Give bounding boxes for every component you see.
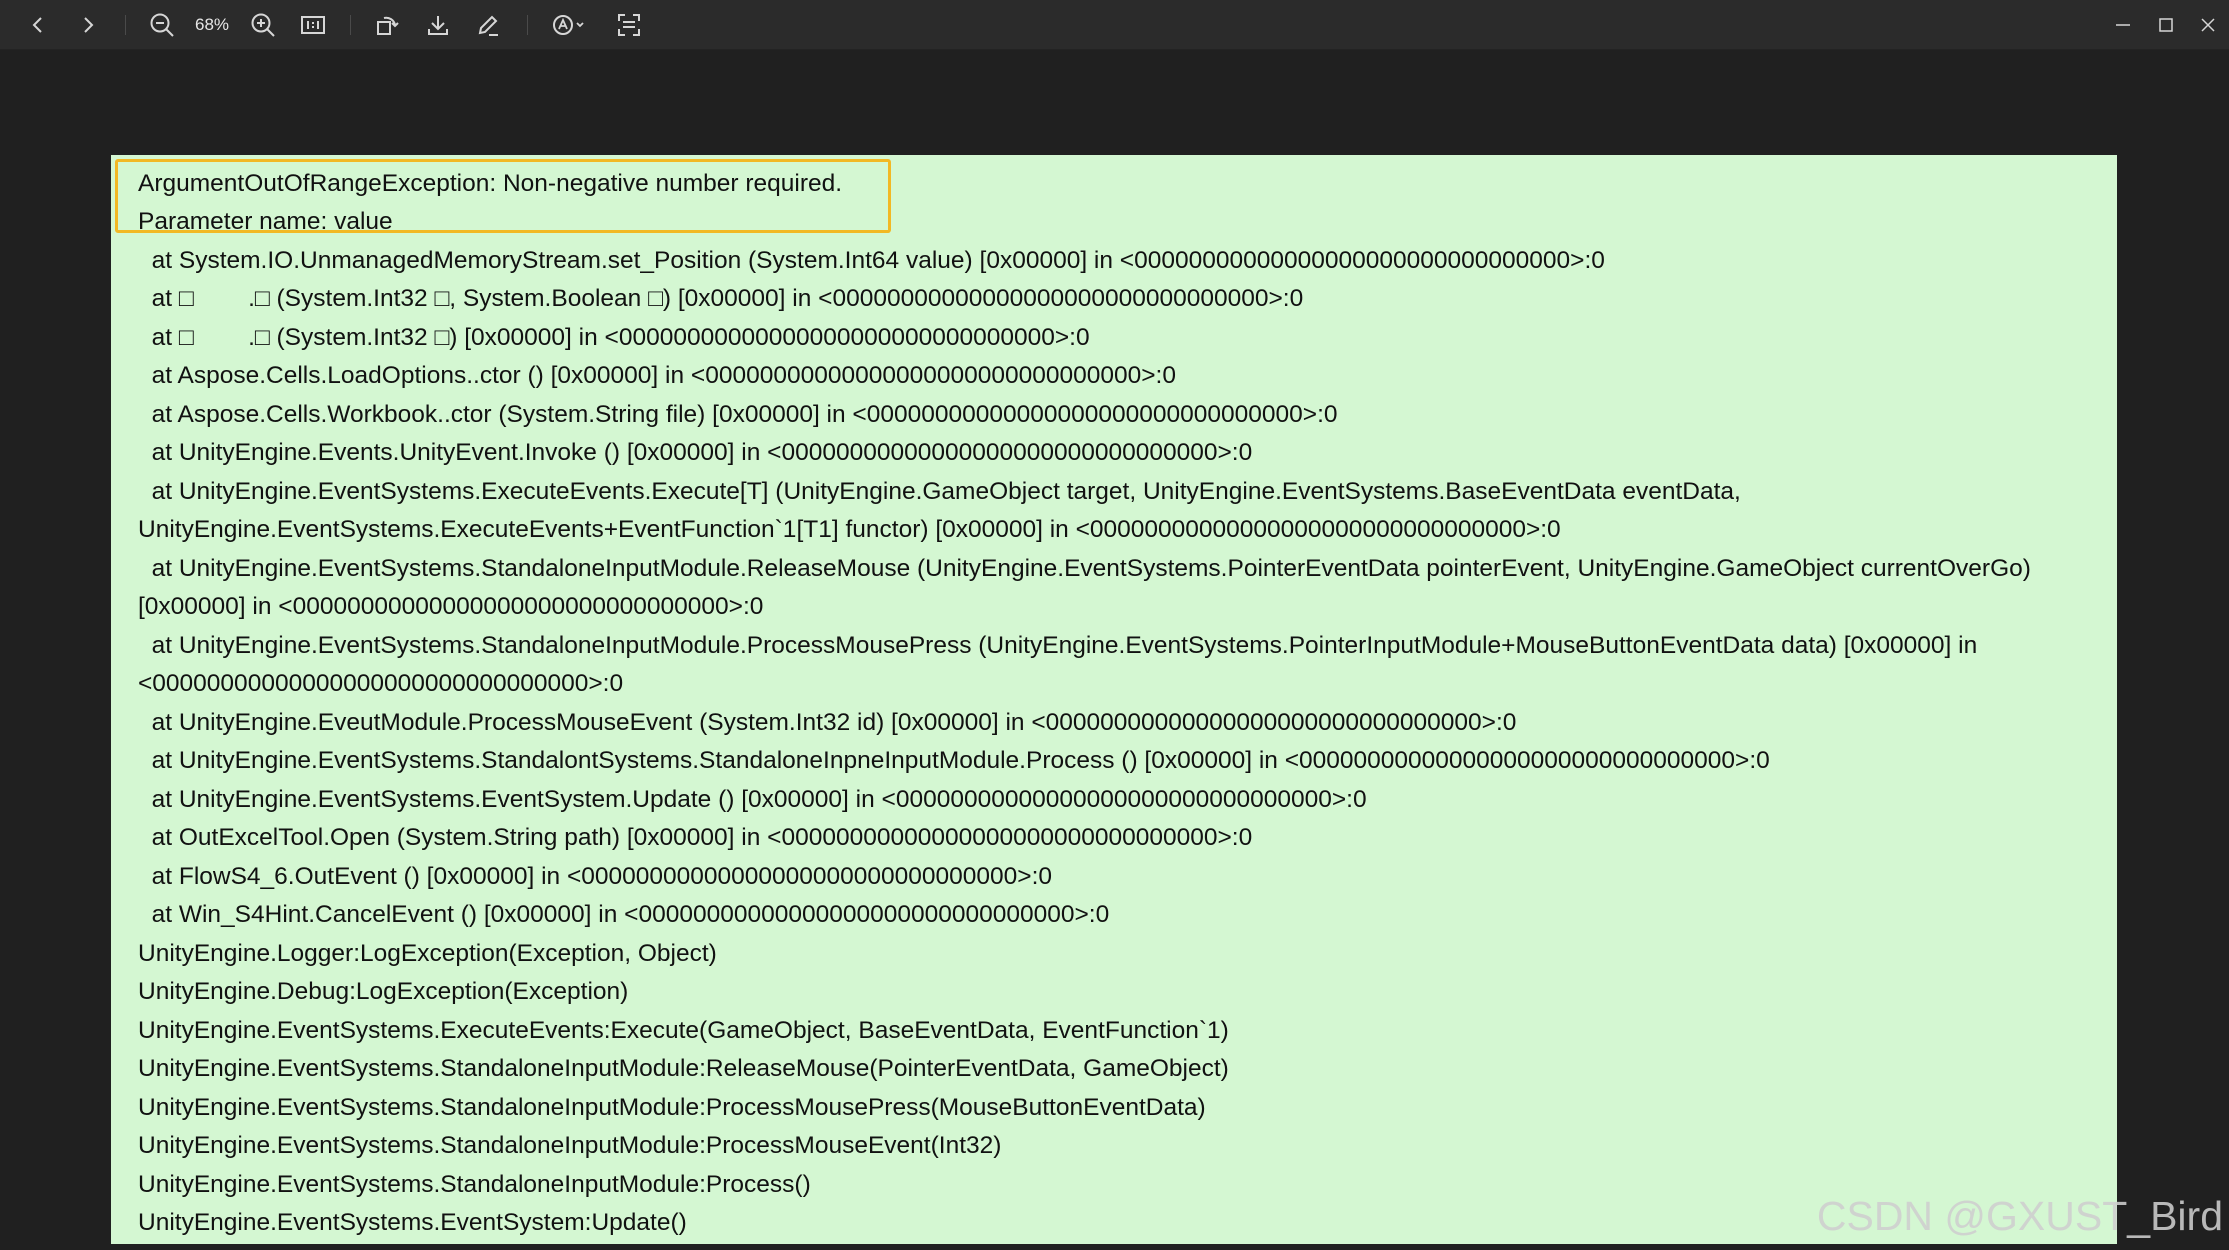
stack-trace-line: at FlowS4_6.OutEvent () [0x00000] in <00… bbox=[138, 863, 1053, 890]
stack-trace-line: at UnityEngine.EventSystems.EventSystem.… bbox=[138, 786, 1367, 813]
stack-trace-line: at UnityEngine.EventSystems.StandaloneIn… bbox=[138, 555, 2031, 582]
minimize-icon bbox=[2116, 24, 2130, 26]
watermark: CSDN @GXUST_Bird bbox=[1816, 1193, 2223, 1239]
stack-trace-line: UnityEngine.EventSystems.ExecuteEvents:E… bbox=[138, 1017, 1229, 1044]
scan-text-button[interactable] bbox=[612, 0, 646, 50]
screenshot-document: ArgumentOutOfRangeException: Non-negativ… bbox=[111, 155, 2117, 1244]
actual-size-button[interactable] bbox=[296, 0, 330, 50]
scan-text-icon bbox=[618, 14, 640, 36]
edit-button[interactable] bbox=[471, 0, 505, 50]
zoom-level: 68% bbox=[194, 15, 230, 34]
minimize-button[interactable] bbox=[2107, 0, 2139, 50]
stack-trace-line: at UnityEngine.EventSystems.StandaloneIn… bbox=[138, 632, 1978, 659]
download-button[interactable] bbox=[421, 0, 455, 50]
stack-trace-line: UnityEngine.EventSystems.StandaloneInput… bbox=[138, 1055, 1229, 1082]
toolbar-divider bbox=[350, 15, 351, 35]
stack-trace-line: at UnityEngine.EventSystems.StandalontSy… bbox=[138, 747, 1770, 774]
stack-trace-line: at UnityEngine.EveutModule.ProcessMouseE… bbox=[138, 709, 1517, 736]
download-icon bbox=[428, 16, 448, 35]
rotate-icon bbox=[377, 16, 399, 35]
zoom-in-icon bbox=[251, 13, 275, 37]
stack-trace-line: at System.IO.UnmanagedMemoryStream.set_P… bbox=[138, 247, 1605, 274]
exception-message: ArgumentOutOfRangeException: Non-negativ… bbox=[138, 170, 843, 197]
image-canvas: ArgumentOutOfRangeException: Non-negativ… bbox=[0, 50, 2229, 1250]
annotate-dropdown[interactable] bbox=[547, 0, 595, 50]
stack-trace-line: at □ .□ (System.Int32 □) [0x00000] in <0… bbox=[138, 324, 1090, 351]
stack-trace-line: [0x00000] in <00000000000000000000000000… bbox=[138, 593, 764, 620]
actual-size-icon bbox=[301, 16, 325, 34]
zoom-in-button[interactable] bbox=[246, 0, 280, 50]
stack-trace-line: UnityEngine.EventSystems.ExecuteEvents+E… bbox=[138, 516, 1561, 543]
close-icon bbox=[2201, 18, 2215, 32]
back-button[interactable] bbox=[22, 0, 54, 50]
chevron-right-icon bbox=[84, 17, 94, 33]
stack-trace-line: at □ .□ (System.Int32 □, System.Boolean … bbox=[138, 285, 1304, 312]
viewer-toolbar: 68% bbox=[0, 0, 2229, 50]
maximize-icon bbox=[2159, 18, 2173, 32]
stack-trace-line: UnityEngine.EventSystems.EventSystem:Upd… bbox=[138, 1209, 687, 1236]
close-button[interactable] bbox=[2192, 0, 2224, 50]
stack-trace-line: at OutExcelTool.Open (System.String path… bbox=[138, 824, 1253, 851]
zoom-out-icon bbox=[150, 13, 174, 37]
toolbar-divider bbox=[125, 15, 126, 35]
annotate-icon bbox=[553, 15, 584, 35]
zoom-out-button[interactable] bbox=[145, 0, 179, 50]
stack-trace-line: at UnityEngine.Events.UnityEvent.Invoke … bbox=[138, 439, 1253, 466]
stack-trace-line: UnityEngine.EventSystems.StandaloneInput… bbox=[138, 1132, 1002, 1159]
stack-trace-line: <00000000000000000000000000000000>:0 bbox=[138, 670, 624, 697]
chevron-left-icon bbox=[32, 17, 42, 33]
parameter-name-line: Parameter name: value bbox=[138, 208, 393, 235]
stack-trace-line: at Aspose.Cells.LoadOptions..ctor () [0x… bbox=[138, 362, 1176, 389]
stack-trace-line: at UnityEngine.EventSystems.ExecuteEvent… bbox=[138, 478, 1741, 505]
stack-trace-line: at Aspose.Cells.Workbook..ctor (System.S… bbox=[138, 401, 1338, 428]
maximize-button[interactable] bbox=[2150, 0, 2182, 50]
stack-trace-line: UnityEngine.Logger:LogException(Exceptio… bbox=[138, 940, 717, 967]
rotate-button[interactable] bbox=[370, 0, 404, 50]
toolbar-divider bbox=[527, 15, 528, 35]
stack-trace-line: at Win_S4Hint.CancelEvent () [0x00000] i… bbox=[138, 901, 1110, 928]
stack-trace-line: UnityEngine.Debug:LogException(Exception… bbox=[138, 978, 629, 1005]
stack-trace-line: UnityEngine.EventSystems.StandaloneInput… bbox=[138, 1094, 1206, 1121]
pencil-icon bbox=[478, 15, 498, 36]
forward-button[interactable] bbox=[72, 0, 104, 50]
stack-trace-line: UnityEngine.EventSystems.StandaloneInput… bbox=[138, 1171, 811, 1198]
